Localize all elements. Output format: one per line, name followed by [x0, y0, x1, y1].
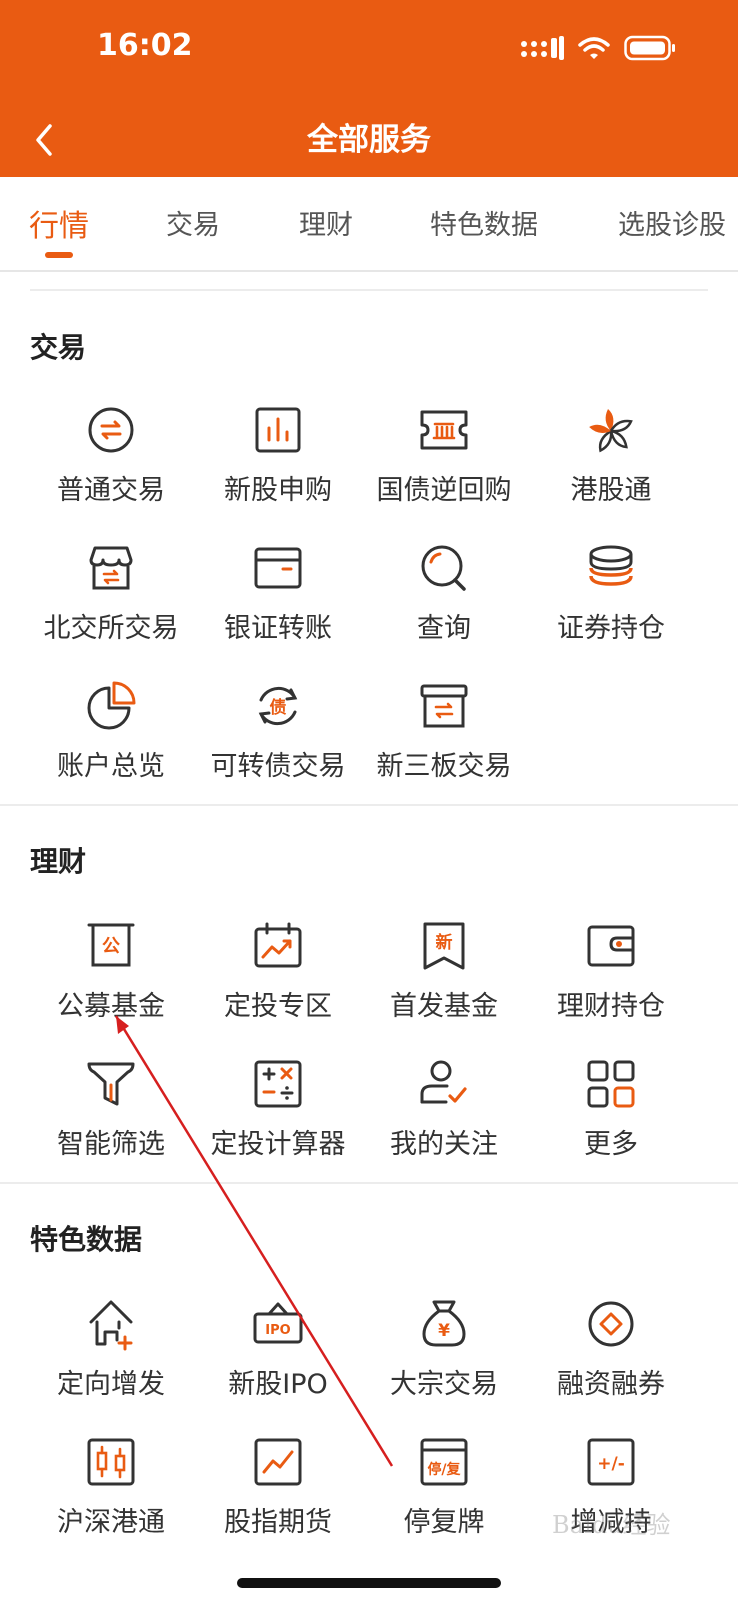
home-indicator[interactable] — [237, 1578, 501, 1588]
annotation-arrow — [114, 1015, 394, 1467]
watermark: Baidu经验 — [552, 1511, 671, 1539]
